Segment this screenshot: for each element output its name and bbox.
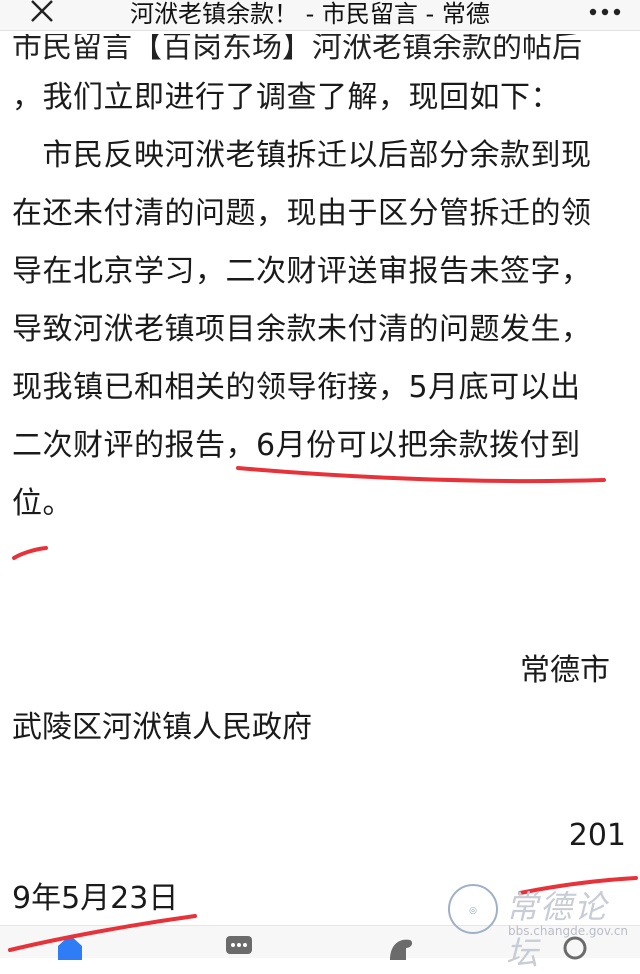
body-line: 现我镇已和相关的领导衔接，5月底可以出: [12, 370, 581, 405]
body-line: 导在北京学习，二次财评送审报告未签字，: [12, 254, 592, 289]
date-year-part: 201: [568, 818, 626, 853]
page-title: 河洑老镇余款！ - 市民留言 - 常德: [130, 0, 490, 28]
chat-icon: [226, 936, 252, 954]
reply-body: ，我们立即进行了调查了解，现回如下： 市民反映河洑老镇拆迁以后部分余款到现 在还…: [12, 69, 627, 533]
home-icon: [58, 935, 82, 960]
watermark-url: bbs.changde.gov.cn: [508, 924, 629, 938]
body-line: ，我们立即进行了调查了解，现回如下：: [12, 80, 561, 115]
forum-seal-logo: ◎: [448, 884, 498, 934]
body-line: 位。: [12, 486, 73, 521]
nav-discover[interactable]: [380, 930, 420, 960]
body-line: 二次财评的报告，6月份可以把余款拨付到: [12, 428, 581, 463]
signature-org: 武陵区河洑镇人民政府: [12, 710, 312, 745]
close-icon: [31, 0, 53, 22]
top-bar: 河洑老镇余款！ - 市民留言 - 常德: [0, 0, 640, 31]
more-button[interactable]: [585, 0, 625, 26]
forum-watermark: ◎ 常德论坛 bbs.changde.gov.cn: [448, 880, 638, 972]
nav-messages[interactable]: [220, 930, 260, 960]
more-icon: [589, 8, 621, 16]
nav-home[interactable]: [50, 930, 90, 960]
close-button[interactable]: [28, 0, 58, 27]
discover-icon: [390, 939, 413, 960]
body-line: 市民反映河洑老镇拆迁以后部分余款到现: [12, 138, 592, 173]
signature-city: 常德市: [520, 653, 610, 688]
body-line: 在还未付清的问题，现由于区分管拆迁的领: [12, 196, 592, 231]
body-line: 导致河洑老镇项目余款未付清的问题发生，: [12, 312, 592, 347]
date-rest: 9年5月23日: [12, 881, 179, 916]
red-dash-mark: [12, 546, 48, 560]
